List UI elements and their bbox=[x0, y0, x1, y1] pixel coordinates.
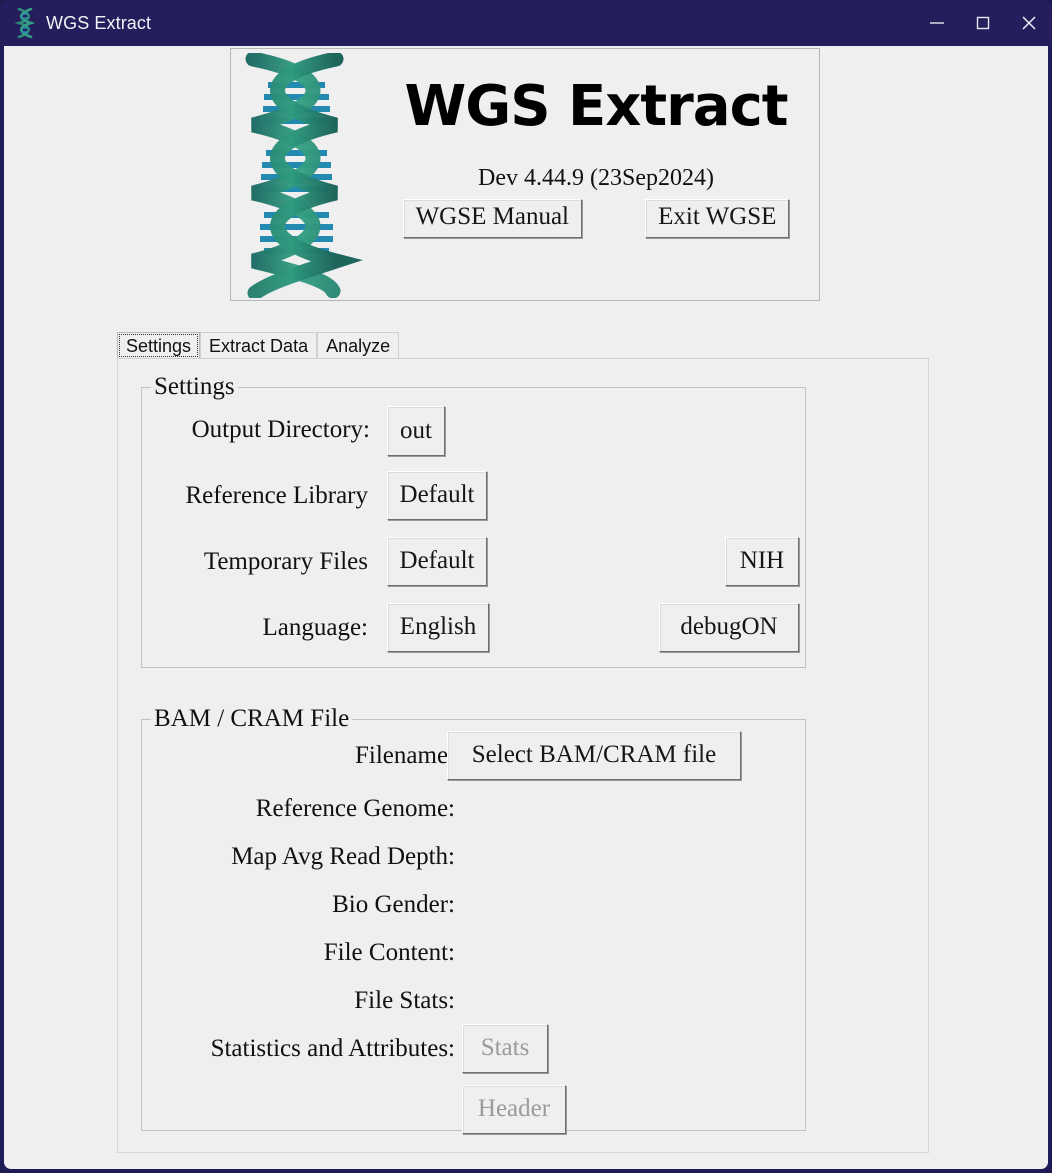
logo-panel: WGS Extract Dev 4.44.9 (23Sep2024) WGSE … bbox=[230, 48, 820, 301]
stats-button[interactable]: Stats bbox=[462, 1024, 548, 1073]
bam-cram-group-title: BAM / CRAM File bbox=[151, 705, 353, 733]
language-button[interactable]: English bbox=[387, 603, 489, 652]
filename-label: Filename: bbox=[355, 742, 455, 769]
settings-group: Settings Output Directory: out Reference… bbox=[141, 373, 806, 668]
tab-settings[interactable]: Settings bbox=[117, 332, 201, 359]
wgse-manual-button[interactable]: WGSE Manual bbox=[402, 199, 583, 238]
statistics-and-attributes-label: Statistics and Attributes: bbox=[210, 1035, 455, 1062]
debug-toggle-button[interactable]: debugON bbox=[659, 603, 799, 652]
reference-library-button[interactable]: Default bbox=[387, 471, 487, 520]
logo-button-row: WGSE Manual Exit WGSE bbox=[371, 199, 821, 238]
bam-cram-group: BAM / CRAM File Filename: Select BAM/CRA… bbox=[141, 705, 806, 1134]
window-title: WGS Extract bbox=[46, 12, 152, 33]
language-label: Language: bbox=[262, 614, 368, 641]
nih-button[interactable]: NIH bbox=[725, 537, 799, 586]
temporary-files-label: Temporary Files bbox=[203, 548, 368, 575]
output-directory-button[interactable]: out bbox=[387, 406, 445, 456]
dna-double-helix-logo bbox=[233, 51, 363, 301]
map-avg-read-depth-label: Map Avg Read Depth: bbox=[231, 843, 455, 870]
reference-library-label: Reference Library bbox=[185, 482, 368, 509]
file-content-label: File Content: bbox=[323, 939, 455, 966]
tab-extract-data[interactable]: Extract Data bbox=[200, 332, 318, 359]
title-bar: WGS Extract bbox=[0, 0, 1052, 46]
tab-bar: Settings Extract Data Analyze bbox=[117, 332, 400, 359]
temporary-files-button[interactable]: Default bbox=[387, 537, 487, 586]
reference-genome-label: Reference Genome: bbox=[255, 795, 455, 822]
tab-analyze[interactable]: Analyze bbox=[317, 332, 400, 359]
tab-panel-settings: Settings Output Directory: out Reference… bbox=[117, 358, 929, 1153]
application-window: WGS Extract WGS Extract Dev 4.44.9 (23Se… bbox=[0, 0, 1052, 1173]
select-bam-cram-file-button[interactable]: Select BAM/CRAM file bbox=[447, 731, 741, 780]
header-button[interactable]: Header bbox=[462, 1085, 566, 1134]
app-logo-title: WGS Extract bbox=[404, 74, 788, 139]
maximize-button[interactable] bbox=[960, 0, 1006, 46]
dna-helix-icon bbox=[14, 7, 36, 39]
minimize-button[interactable] bbox=[914, 0, 960, 46]
bio-gender-label: Bio Gender: bbox=[332, 891, 455, 918]
app-version-label: Dev 4.44.9 (23Sep2024) bbox=[478, 165, 714, 191]
output-directory-label: Output Directory: bbox=[191, 416, 370, 443]
client-area: WGS Extract Dev 4.44.9 (23Sep2024) WGSE … bbox=[4, 46, 1048, 1169]
close-button[interactable] bbox=[1006, 0, 1052, 46]
file-stats-label: File Stats: bbox=[354, 987, 455, 1014]
exit-wgse-button[interactable]: Exit WGSE bbox=[645, 199, 790, 238]
settings-group-title: Settings bbox=[151, 373, 238, 401]
